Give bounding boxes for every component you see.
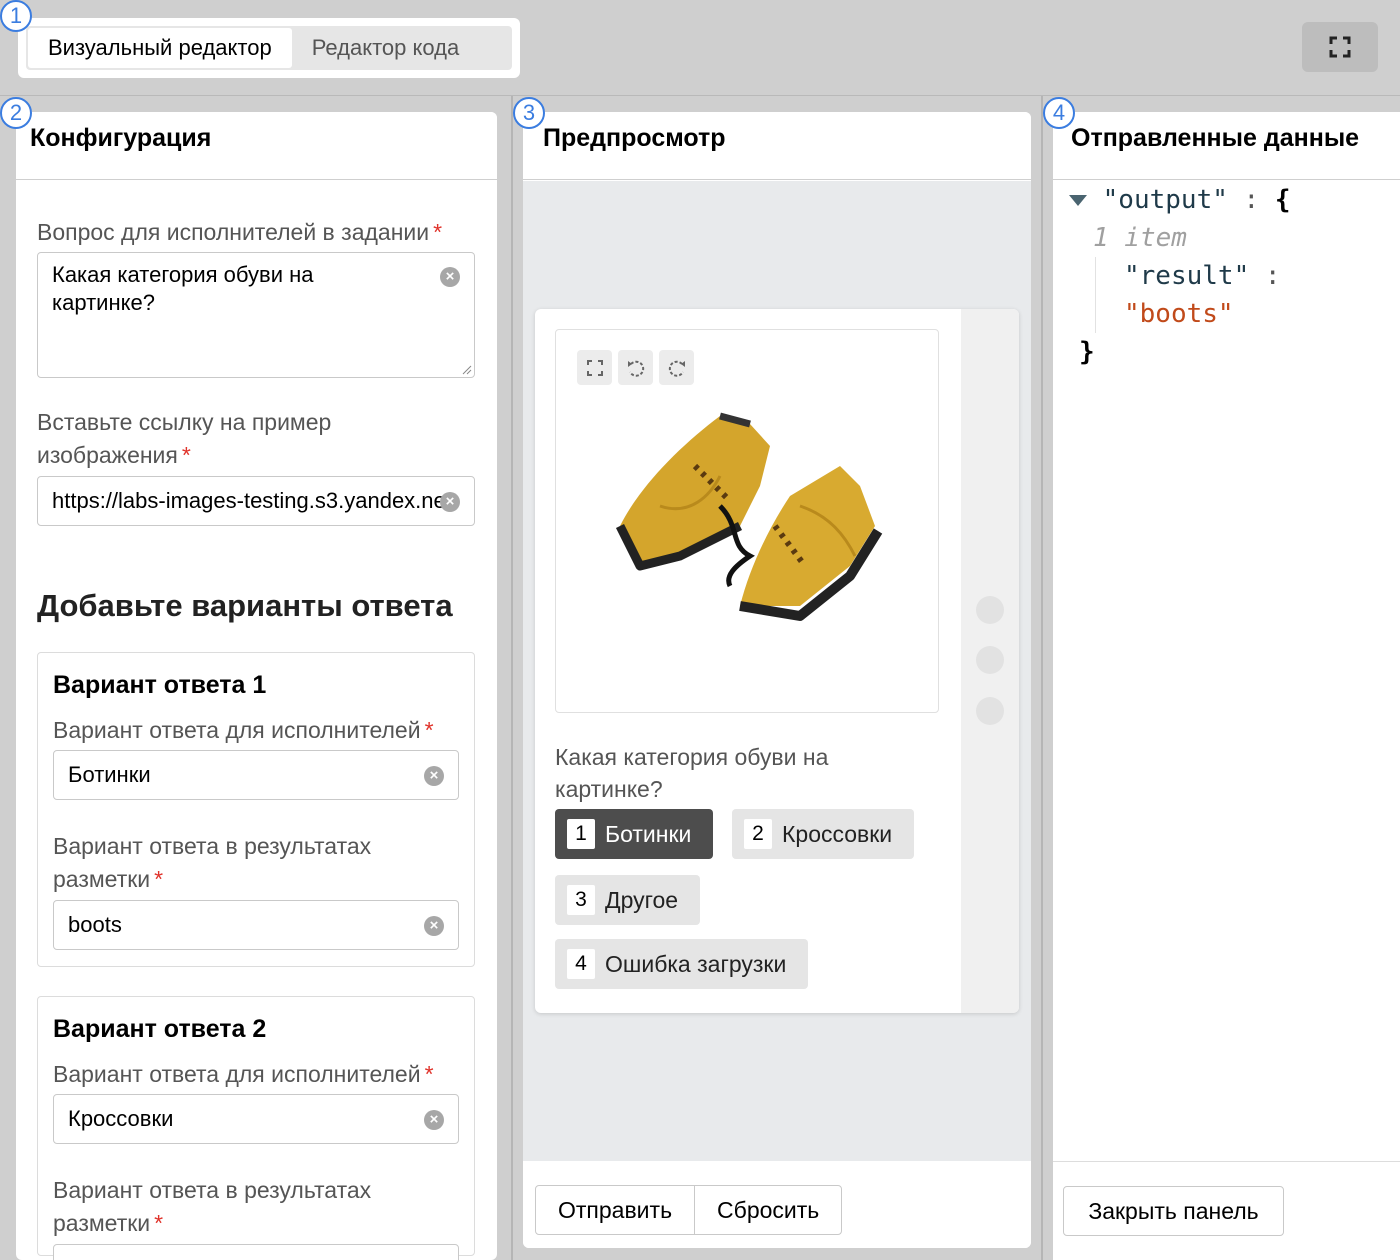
option-value-label: Вариант ответа в результатах разметки * — [53, 1177, 372, 1236]
tab-visual-editor[interactable]: Визуальный редактор — [28, 28, 292, 68]
json-children: "result" : "boots" — [1095, 257, 1400, 333]
task-card: Какая категория обуви на картинке? 1 Бот… — [535, 309, 1019, 1013]
collapse-triangle-icon[interactable] — [1069, 194, 1087, 207]
hotkey-badge: 1 — [567, 819, 595, 849]
step-badge-4: 4 — [1043, 97, 1075, 129]
top-toolbar: Визуальный редактор Редактор кода — [0, 0, 1400, 96]
preview-stage: Какая категория обуви на картинке? 1 Бот… — [523, 181, 1031, 1161]
clear-icon[interactable]: × — [440, 492, 460, 512]
rotate-right-button[interactable] — [659, 350, 694, 385]
preview-title: Предпросмотр — [523, 112, 1031, 180]
answer-option-card: Вариант ответа 1 Вариант ответа для испо… — [37, 652, 475, 967]
hotkey-badge: 2 — [744, 819, 772, 849]
tab-code-editor[interactable]: Редактор кода — [292, 28, 480, 68]
rotate-right-icon — [668, 360, 685, 377]
option-title: Вариант ответа 2 — [53, 1015, 267, 1043]
option-value-label: Вариант ответа в результатах разметки * — [53, 833, 372, 892]
config-panel: Конфигурация Вопрос для исполнителей в з… — [16, 112, 497, 1260]
image-url-label: Вставьте ссылку на пример изображения * — [37, 409, 332, 468]
json-root-line[interactable]: "output" : { — [1053, 181, 1400, 219]
output-column: Отправленные данные "output" : { 1 item … — [1043, 96, 1400, 1260]
answer-option[interactable]: 3 Другое — [555, 875, 701, 925]
preview-panel: Предпросмотр Какая категория обуви на ка… — [523, 112, 1031, 1248]
clear-icon[interactable]: × — [424, 766, 444, 786]
json-result-value: "boots" — [1124, 299, 1234, 329]
editor-mode-switch: Визуальный редактор Редактор кода — [18, 18, 520, 78]
answer-option[interactable]: 1 Ботинки — [555, 809, 714, 859]
options-heading: Добавьте варианты ответа — [37, 588, 453, 623]
step-badge-3: 3 — [513, 97, 545, 129]
option-value-input[interactable] — [53, 1244, 459, 1260]
rotate-left-icon — [627, 360, 644, 377]
side-dot-button[interactable] — [976, 697, 1004, 725]
option-title: Вариант ответа 1 — [53, 671, 267, 699]
answer-option[interactable]: 4 Ошибка загрузки — [555, 939, 809, 989]
option-text-input[interactable]: Кроссовки × — [53, 1094, 459, 1144]
fullscreen-icon — [1329, 36, 1351, 58]
preview-question: Какая категория обуви на картинке? — [555, 744, 829, 802]
answer-option[interactable]: 2 Кроссовки — [732, 809, 915, 859]
task-side-panel — [961, 309, 1019, 1013]
question-textarea[interactable]: Какая категория обуви на картинке? × — [37, 252, 475, 378]
step-badge-2: 2 — [0, 97, 32, 129]
fullscreen-icon — [586, 359, 603, 376]
output-panel: Отправленные данные "output" : { 1 item … — [1053, 112, 1400, 1260]
config-title: Конфигурация — [16, 112, 497, 180]
option-text-label: Вариант ответа для исполнителей * — [53, 717, 434, 743]
option-value-input[interactable]: boots × — [53, 900, 459, 950]
rotate-left-button[interactable] — [618, 350, 653, 385]
image-fullscreen-button[interactable] — [577, 350, 612, 385]
reset-button[interactable]: Сбросить — [694, 1186, 841, 1234]
output-footer: Закрыть панель — [1053, 1161, 1400, 1260]
option-text-label: Вариант ответа для исполнителей * — [53, 1061, 434, 1087]
preview-actions: Отправить Сбросить — [535, 1185, 843, 1235]
image-url-input[interactable]: https://labs-images-testing.s3.yandex.ne… — [37, 476, 475, 526]
image-viewer — [555, 329, 939, 713]
option-text-input[interactable]: Ботинки × — [53, 750, 459, 800]
side-dot-button[interactable] — [976, 596, 1004, 624]
clear-icon[interactable]: × — [424, 916, 444, 936]
hotkey-badge: 3 — [567, 885, 595, 915]
resize-handle-icon[interactable] — [462, 365, 472, 375]
preview-column: Предпросмотр Какая категория обуви на ка… — [513, 96, 1041, 1260]
answer-option-card: Вариант ответа 2 Вариант ответа для испо… — [37, 996, 475, 1260]
close-panel-button[interactable]: Закрыть панель — [1063, 1186, 1284, 1236]
fullscreen-button[interactable] — [1302, 22, 1378, 72]
hotkey-badge: 4 — [567, 949, 595, 979]
json-item-count: 1 item — [1093, 223, 1187, 253]
step-badge-1: 1 — [0, 0, 32, 32]
clear-icon[interactable]: × — [424, 1110, 444, 1130]
output-title: Отправленные данные — [1053, 112, 1400, 180]
preview-footer: Отправить Сбросить — [523, 1161, 1031, 1248]
boots-image — [615, 412, 883, 621]
clear-icon[interactable]: × — [440, 267, 460, 287]
json-viewer: "output" : { 1 item "result" : "boots" } — [1053, 181, 1400, 371]
config-column: Конфигурация Вопрос для исполнителей в з… — [0, 96, 511, 1260]
submit-button[interactable]: Отправить — [536, 1186, 694, 1234]
side-dot-button[interactable] — [976, 646, 1004, 674]
question-label: Вопрос для исполнителей в задании * — [37, 219, 443, 245]
